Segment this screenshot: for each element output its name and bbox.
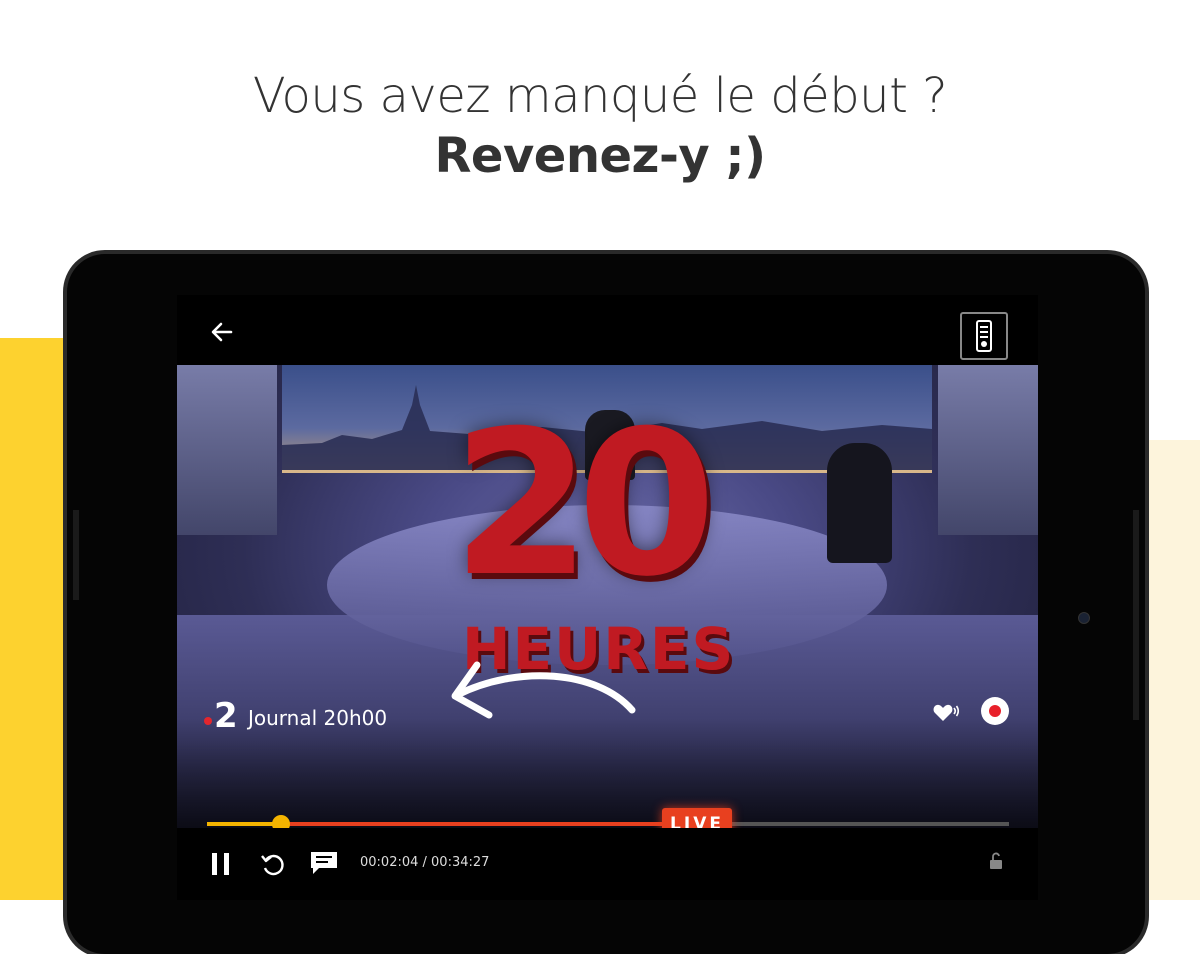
heart-sound-icon <box>933 704 960 721</box>
replay-button[interactable] <box>259 850 287 878</box>
tablet-side-button-left <box>73 510 79 600</box>
channel-info: 2 Journal 20h00 <box>202 696 388 738</box>
channel-logo: 2 <box>202 696 238 738</box>
remote-control-icon <box>976 320 992 352</box>
program-title: Journal 20h00 <box>248 706 388 730</box>
unlock-icon <box>990 852 1002 869</box>
guest-silhouette <box>827 443 892 563</box>
chat-button[interactable] <box>309 849 339 877</box>
channel-logo-number: 2 <box>214 696 238 736</box>
progress-bar[interactable] <box>207 815 1009 833</box>
pause-button[interactable] <box>207 850 235 878</box>
pause-icon <box>212 853 229 875</box>
chat-icon <box>311 852 337 874</box>
tablet-side-button-right <box>1133 510 1139 720</box>
player-top-bar <box>177 295 1038 365</box>
headline: Vous avez manqué le début ? Revenez-y ;) <box>0 66 1200 186</box>
tablet-camera <box>1078 612 1090 624</box>
remote-control-button[interactable] <box>960 312 1008 360</box>
player-screen: 20 HEURES 2 Journal 20h00 LIVE 00:02:04 … <box>177 295 1038 900</box>
time-display: 00:02:04 / 00:34:27 <box>360 855 490 870</box>
replay-icon <box>261 854 284 876</box>
back-button[interactable] <box>207 317 237 347</box>
record-button[interactable] <box>981 697 1009 725</box>
headline-line-2: Revenez-y ;) <box>434 128 766 184</box>
screen-lock-button[interactable] <box>988 852 1004 870</box>
program-logo-number: 20 <box>452 388 716 621</box>
player-controls: 00:02:04 / 00:34:27 <box>177 828 1038 900</box>
rewind-hint-arrow-icon <box>451 661 636 719</box>
studio-side-panel-left <box>177 365 277 535</box>
favorite-button[interactable] <box>932 699 960 727</box>
studio-side-panel-right <box>938 365 1038 535</box>
progress-watched <box>207 822 281 826</box>
video-frame[interactable]: 20 HEURES <box>177 365 1038 828</box>
headline-line-1: Vous avez manqué le début ? <box>252 68 948 124</box>
arrow-left-icon <box>211 322 233 342</box>
channel-logo-dot <box>204 717 212 725</box>
